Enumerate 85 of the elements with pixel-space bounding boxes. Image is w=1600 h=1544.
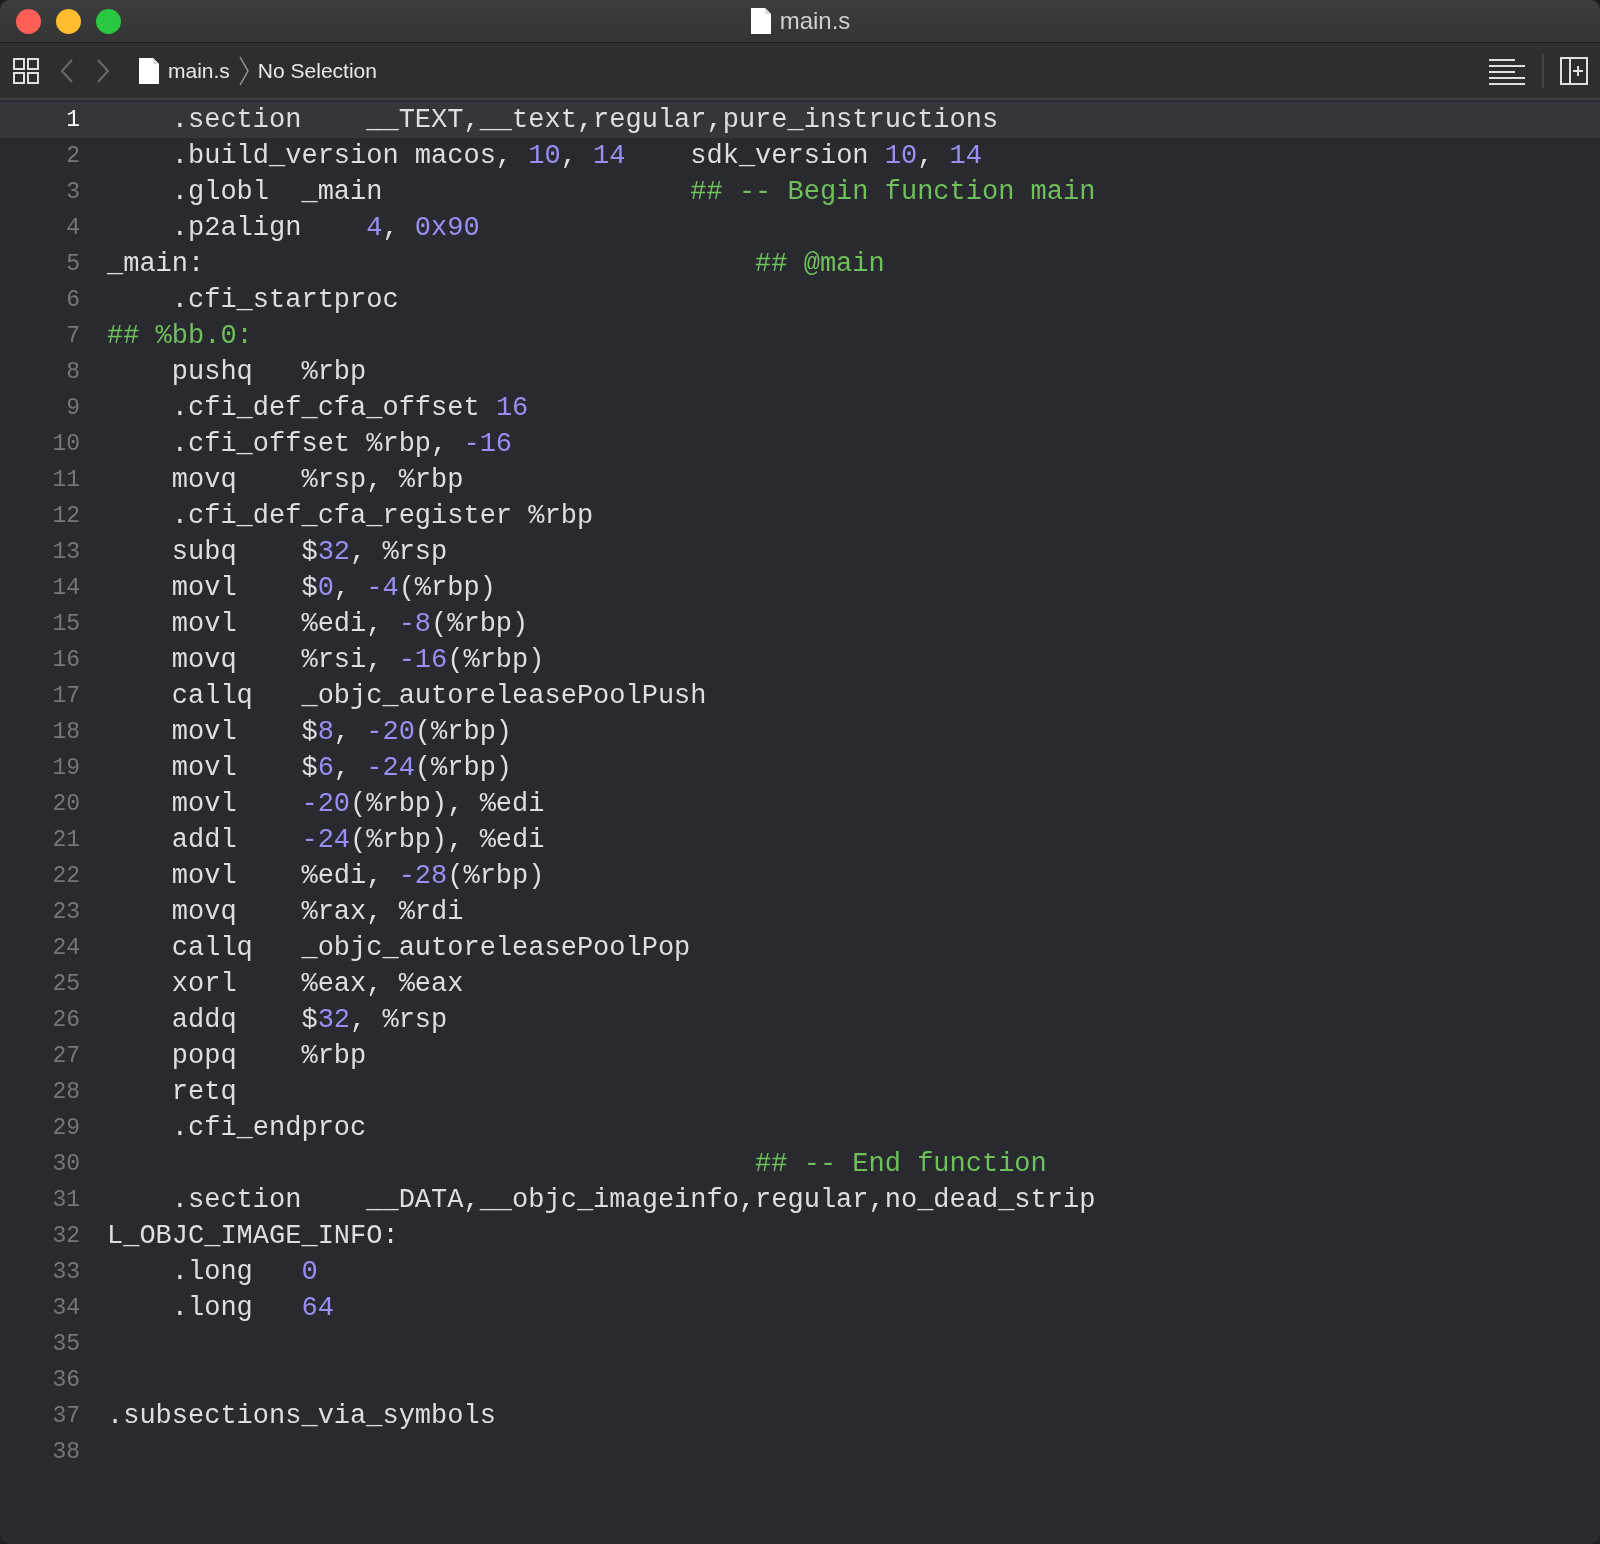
code-line: ## %bb.0: [107,320,253,353]
line-number: 29 [51,1114,80,1143]
document-icon [138,56,160,85]
code-line: movl $0, -4(%rbp) [170,572,496,605]
line-number: 26 [51,1006,80,1035]
code-line: xorl %eax, %eax [170,968,464,1001]
code-line: _main: ## @main [107,248,885,281]
line-number: 20 [51,790,80,819]
line-number: 19 [51,754,80,783]
code-line: .subsections_via_symbols [107,1400,496,1433]
line-number: 18 [51,718,80,747]
add-editor-icon[interactable] [1560,56,1588,85]
line-number: 23 [51,898,80,927]
line-number: 36 [51,1366,80,1395]
line-number: 21 [51,826,80,855]
line-number: 5 [65,250,80,279]
line-number: 17 [51,682,80,711]
code-line: .cfi_def_cfa_offset 16 [170,392,529,425]
line-number: 9 [65,394,80,423]
line-number: 33 [51,1258,80,1287]
code-line: movl $6, -24(%rbp) [170,752,513,785]
line-number: 28 [51,1078,80,1107]
line-number: 38 [51,1438,80,1467]
breadcrumb-file[interactable]: main.s [168,54,230,87]
line-number: 8 [65,358,80,387]
line-number: 7 [65,322,80,351]
line-number: 16 [51,646,80,675]
line-number: 1 [65,106,80,135]
line-number: 2 [65,142,80,171]
code-line: pushq %rbp [170,356,367,389]
line-number: 3 [65,178,80,207]
code-line: .build_version macos, 10, 14 sdk_version 10, 14 [170,140,982,173]
code-line: addq $32, %rsp [170,1004,448,1037]
line-number: 24 [51,934,80,963]
code-line: movl -20(%rbp), %edi [170,788,545,821]
code-line: movl %edi, -8(%rbp) [170,608,529,641]
window-title: main.s [779,6,851,36]
code-line: movq %rsp, %rbp [170,464,464,497]
code-line: popq %rbp [170,1040,367,1073]
code-line: addl -24(%rbp), %edi [170,824,545,857]
line-number: 11 [51,466,80,495]
code-line: L_OBJC_IMAGE_INFO: [107,1220,399,1253]
line-number: 34 [51,1294,80,1323]
close-button[interactable] [16,9,41,34]
code-line: movq %rsi, -16(%rbp) [170,644,545,677]
line-number: 12 [51,502,80,531]
document-icon [749,7,772,35]
code-line: movl %edi, -28(%rbp) [170,860,545,893]
line-number: 6 [65,286,80,315]
line-number: 27 [51,1042,80,1071]
code-line: .long 0 [170,1256,318,1289]
code-line: subq $32, %rsp [170,536,448,569]
line-number: 4 [65,214,80,243]
code-line: .p2align 4, 0x90 [170,212,480,245]
code-line: .section __TEXT,__text,regular,pure_instructions [170,104,999,137]
code-line: .cfi_def_cfa_register %rbp [170,500,594,533]
line-number: 32 [51,1222,80,1251]
code-line: retq [170,1076,237,1109]
line-number: 30 [51,1150,80,1179]
code-line: .cfi_startproc [170,284,399,317]
code-line: .cfi_endproc [170,1112,367,1145]
code-line: ## -- End function [754,1148,1047,1181]
code-line: movl $8, -20(%rbp) [170,716,513,749]
line-number: 10 [51,430,80,459]
line-number: 25 [51,970,80,999]
line-number: 15 [51,610,80,639]
code-line: .cfi_offset %rbp, -16 [170,428,513,461]
code-line: callq _objc_autoreleasePoolPush [170,680,707,713]
zoom-button[interactable] [96,9,121,34]
line-number: 37 [51,1402,80,1431]
code-line: .section __DATA,__objc_imageinfo,regular,no_dead_strip [170,1184,1096,1217]
line-number: 14 [51,574,80,603]
line-number: 35 [51,1330,80,1359]
code-line: movq %rax, %rdi [170,896,464,929]
code-line: .globl _main ## -- Begin function main [170,176,1096,209]
code-line: .long 64 [170,1292,334,1325]
breadcrumb-selection[interactable]: No Selection [257,54,377,87]
line-number: 22 [51,862,80,891]
minimize-button[interactable] [56,9,81,34]
code-line: callq _objc_autoreleasePoolPop [170,932,691,965]
line-number: 13 [51,538,80,567]
lines-icon[interactable] [1488,56,1526,85]
line-number: 31 [51,1186,80,1215]
grid-icon[interactable] [12,56,40,85]
breadcrumb-separator-icon [237,54,250,87]
